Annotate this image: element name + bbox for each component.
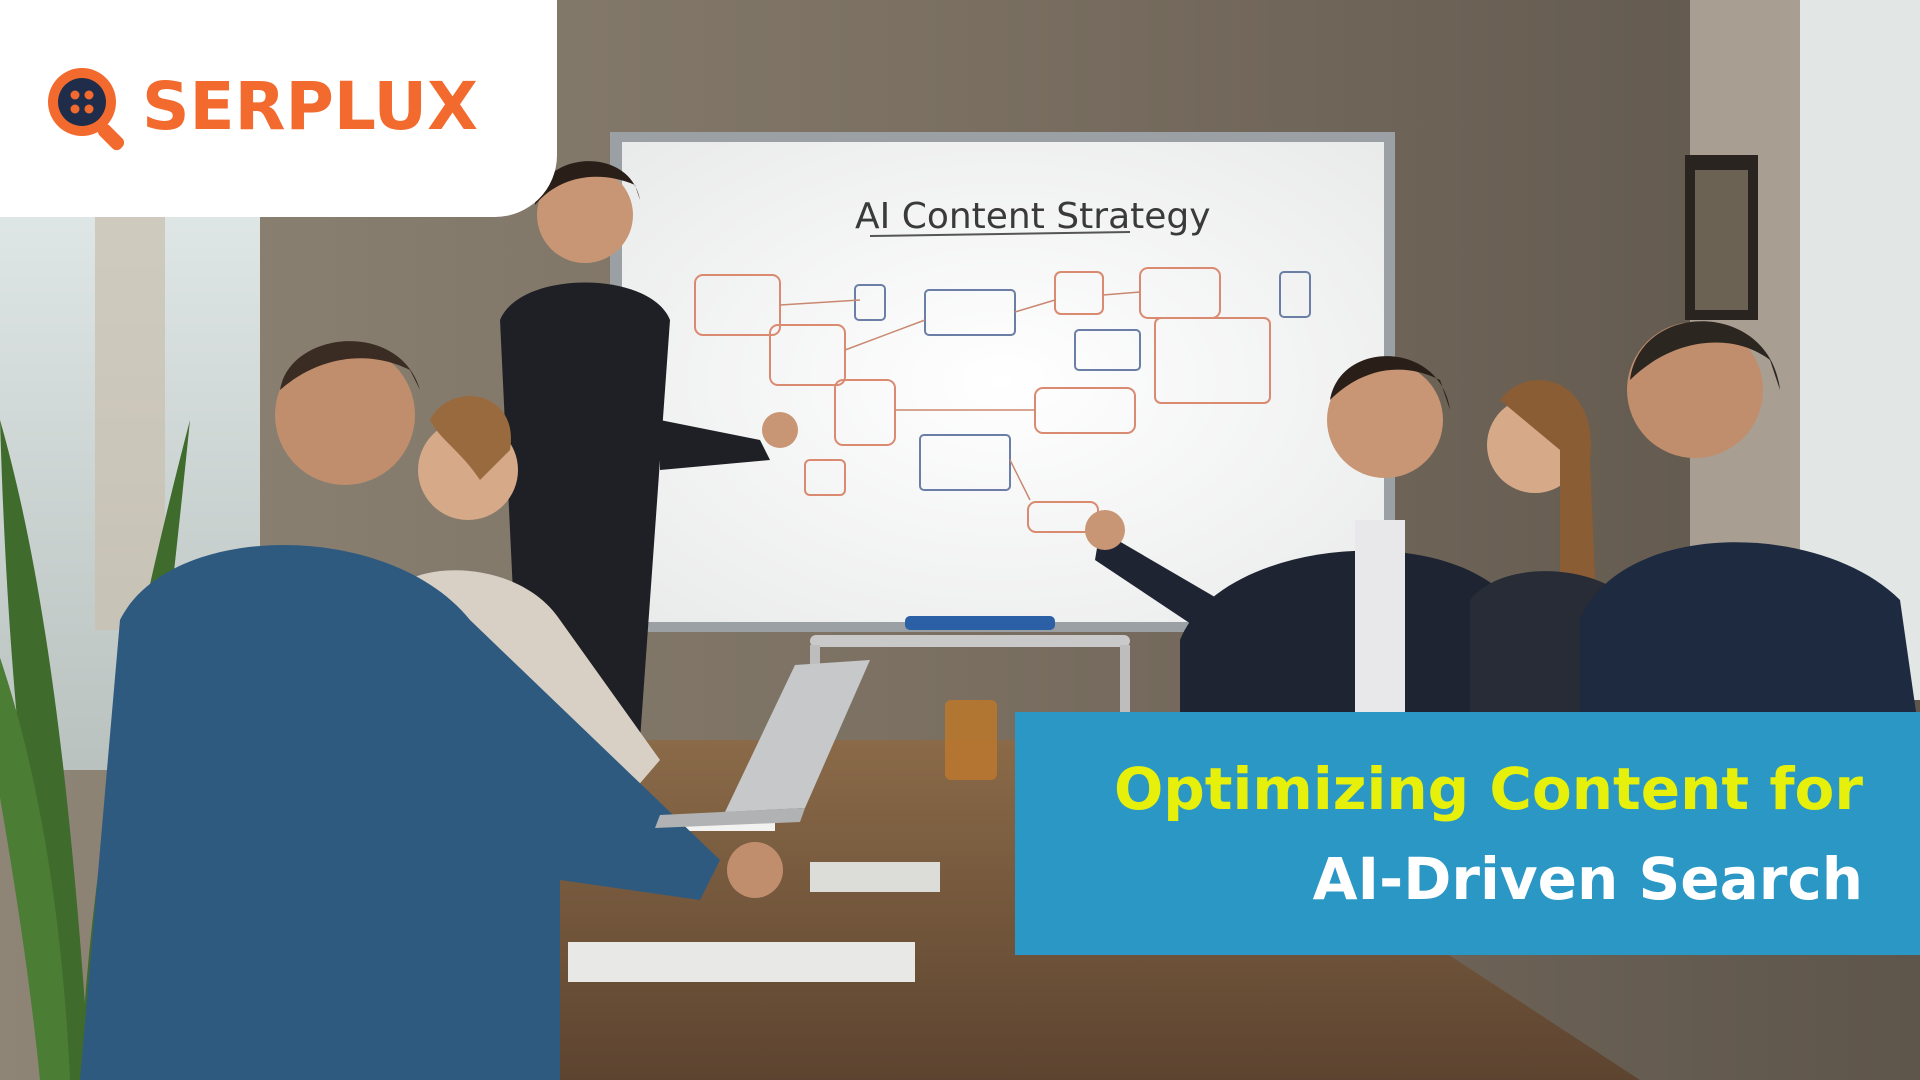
headline-line-1: Optimizing Content for — [1113, 754, 1863, 823]
whiteboard-title: AI Content Strategy — [855, 196, 1211, 237]
magnifier-button-icon — [48, 68, 125, 151]
brand-logo-card: SERPLUX — [0, 0, 557, 217]
headline-line-2: AI-Driven Search — [1312, 844, 1863, 913]
brand-name: SERPLUX — [142, 68, 478, 145]
headline-banner: Optimizing Content for AI-Driven Search — [1015, 712, 1920, 955]
